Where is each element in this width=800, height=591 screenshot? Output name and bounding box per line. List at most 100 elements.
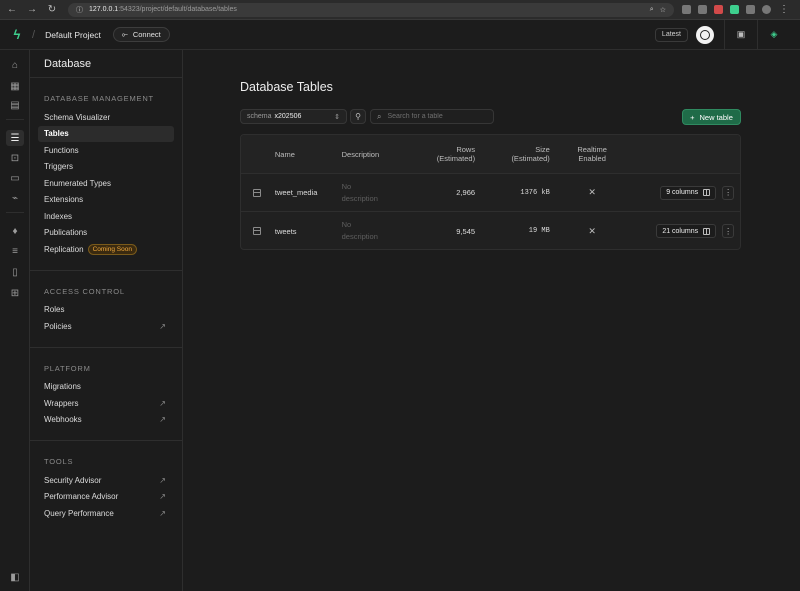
storage-icon[interactable]: ▭ xyxy=(8,171,22,185)
sidebar-item-publications[interactable]: Publications xyxy=(38,225,174,242)
zoom-icon[interactable]: ⌕ xyxy=(650,6,654,14)
filter-button[interactable]: ⚲ xyxy=(350,109,366,124)
forward-icon[interactable]: → xyxy=(26,4,38,16)
header-line: (Estimated) xyxy=(511,154,550,163)
bookmark-star-icon[interactable]: ☆ xyxy=(660,6,666,14)
chevron-updown-icon: ⇕ xyxy=(334,113,340,121)
extension-icon[interactable] xyxy=(698,5,707,14)
sidebar-item-label: Indexes xyxy=(44,211,73,221)
table-row[interactable]: tweets No description 9,545 19 MB ✕ 21 co… xyxy=(241,212,740,249)
new-table-button[interactable]: + New table xyxy=(682,109,741,125)
table-icon xyxy=(252,227,261,235)
sidebar-item-label: Query Performance xyxy=(44,508,114,518)
sidebar-item-query-performance[interactable]: Query Performance ↗ xyxy=(38,505,174,522)
extensions-puzzle-icon[interactable] xyxy=(746,5,755,14)
extension-icon[interactable] xyxy=(682,5,691,14)
auth-lock-icon[interactable]: ⊡ xyxy=(8,151,22,165)
sidebar-item-label: Publications xyxy=(44,228,88,238)
terminal-icon[interactable]: ▣ xyxy=(733,27,749,43)
table-name: tweets xyxy=(274,226,297,236)
section-platform: PLATFORM Migrations Wrappers ↗ Webhooks ↗ xyxy=(30,348,182,441)
connect-button[interactable]: ⟜ Connect xyxy=(112,27,170,42)
sidebar-item-label: Migrations xyxy=(44,382,81,392)
sidebar-item-indexes[interactable]: Indexes xyxy=(38,208,174,225)
site-info-icon[interactable]: ⓘ xyxy=(76,5,83,15)
sidebar-item-migrations[interactable]: Migrations xyxy=(38,379,174,396)
sidebar-item-label: Schema Visualizer xyxy=(44,112,111,122)
table-editor-icon[interactable]: ▦ xyxy=(8,79,22,93)
header-line: Enabled xyxy=(578,154,606,163)
app-topbar: ϟ / Default Project ⟜ Connect Latest ▣ ◈ xyxy=(0,19,800,50)
table-search[interactable]: ⌕ xyxy=(370,109,494,124)
divider xyxy=(757,19,758,50)
database-icon[interactable]: ☰ xyxy=(6,130,24,146)
sidebar-item-enumerated-types[interactable]: Enumerated Types xyxy=(38,175,174,192)
section-tools: TOOLS Security Advisor ↗ Performance Advi… xyxy=(30,441,182,534)
page-title: Database Tables xyxy=(240,80,333,94)
integrations-icon[interactable]: ⊞ xyxy=(8,286,22,300)
external-link-icon: ↗ xyxy=(159,508,166,518)
assistant-icon[interactable]: ◈ xyxy=(766,27,782,43)
sidebar-item-policies[interactable]: Policies ↗ xyxy=(38,318,174,335)
sidebar-item-triggers[interactable]: Triggers xyxy=(38,159,174,176)
sidebar-item-label: Wrappers xyxy=(44,398,79,408)
table-rows-count: 9,545 xyxy=(456,226,476,236)
reload-icon[interactable]: ↻ xyxy=(46,4,58,16)
row-actions-button[interactable]: ⋮ xyxy=(722,185,735,200)
sidebar-item-label: Extensions xyxy=(44,195,84,205)
sql-editor-icon[interactable]: ▤ xyxy=(8,98,22,112)
schema-value: x202506 xyxy=(274,113,302,120)
supabase-logo-icon[interactable]: ϟ xyxy=(10,27,24,42)
sidebar-item-roles[interactable]: Roles xyxy=(38,302,174,319)
table-size: 1376 kB xyxy=(520,188,550,197)
browser-toolbar: ← → ↻ ⓘ 127.0.0.1:54323/project/default/… xyxy=(0,0,800,20)
sidebar-title: Database xyxy=(30,50,182,78)
sidebar-item-extensions[interactable]: Extensions xyxy=(38,192,174,209)
sidebar-item-label: Security Advisor xyxy=(44,475,102,485)
main-content: Database Tables schema x202506 ⇕ ⚲ ⌕ + N… xyxy=(183,50,800,591)
section-title: TOOLS xyxy=(44,457,74,466)
sidebar-item-functions[interactable]: Functions xyxy=(38,142,174,159)
project-name[interactable]: Default Project xyxy=(45,30,101,40)
profile-icon[interactable] xyxy=(762,5,771,14)
sidebar-item-label: Replication xyxy=(44,244,84,254)
section-title: DATABASE MANAGEMENT xyxy=(44,94,154,103)
extension-icon[interactable] xyxy=(730,5,739,14)
home-icon[interactable]: ⌂ xyxy=(8,58,22,72)
plus-icon: + xyxy=(690,112,695,122)
sidebar-item-replication[interactable]: Replication Coming Soon xyxy=(38,241,174,258)
external-link-icon: ↗ xyxy=(159,475,166,485)
sidebar-item-webhooks[interactable]: Webhooks ↗ xyxy=(38,412,174,429)
sidebar-item-schema-visualizer[interactable]: Schema Visualizer xyxy=(38,109,174,126)
search-icon: ⌕ xyxy=(377,111,382,121)
column-header-rows: Rows (Estimated) xyxy=(403,145,475,163)
row-actions-button[interactable]: ⋮ xyxy=(722,224,735,238)
column-header-size: Size (Estimated) xyxy=(475,145,550,163)
view-columns-button[interactable]: 21 columns xyxy=(656,224,717,238)
back-icon[interactable]: ← xyxy=(6,4,18,16)
search-input[interactable] xyxy=(387,113,483,120)
sidebar-item-security-advisor[interactable]: Security Advisor ↗ xyxy=(38,472,174,489)
browser-menu-icon[interactable]: ⋮ xyxy=(778,4,790,16)
view-columns-button[interactable]: 9 columns xyxy=(660,185,717,200)
sidebar-item-wrappers[interactable]: Wrappers ↗ xyxy=(38,395,174,412)
external-link-icon: ↗ xyxy=(159,398,166,408)
advisors-bulb-icon[interactable]: ♦ xyxy=(8,224,22,238)
sidebar-item-performance-advisor[interactable]: Performance Advisor ↗ xyxy=(38,489,174,506)
divider xyxy=(6,212,24,213)
address-bar[interactable]: ⓘ 127.0.0.1:54323/project/default/databa… xyxy=(68,2,674,17)
sidebar-item-tables[interactable]: Tables xyxy=(38,125,174,142)
table-row[interactable]: tweet_media No description 2,966 1376 kB … xyxy=(241,174,740,212)
extension-icon[interactable] xyxy=(714,5,723,14)
logs-list-icon[interactable]: ≡ xyxy=(8,244,22,258)
api-docs-icon[interactable]: ▯ xyxy=(8,265,22,279)
schema-selector[interactable]: schema x202506 ⇕ xyxy=(240,109,347,124)
columns-icon xyxy=(703,189,711,196)
external-link-icon: ↗ xyxy=(159,415,166,425)
edge-functions-icon[interactable]: ⌁ xyxy=(8,191,22,205)
table-name: tweet_media xyxy=(274,188,318,197)
latest-button[interactable]: Latest xyxy=(654,27,688,42)
description-line: description xyxy=(341,232,378,241)
avatar[interactable] xyxy=(696,25,714,44)
collapse-sidebar-icon[interactable]: ◧ xyxy=(8,570,22,584)
